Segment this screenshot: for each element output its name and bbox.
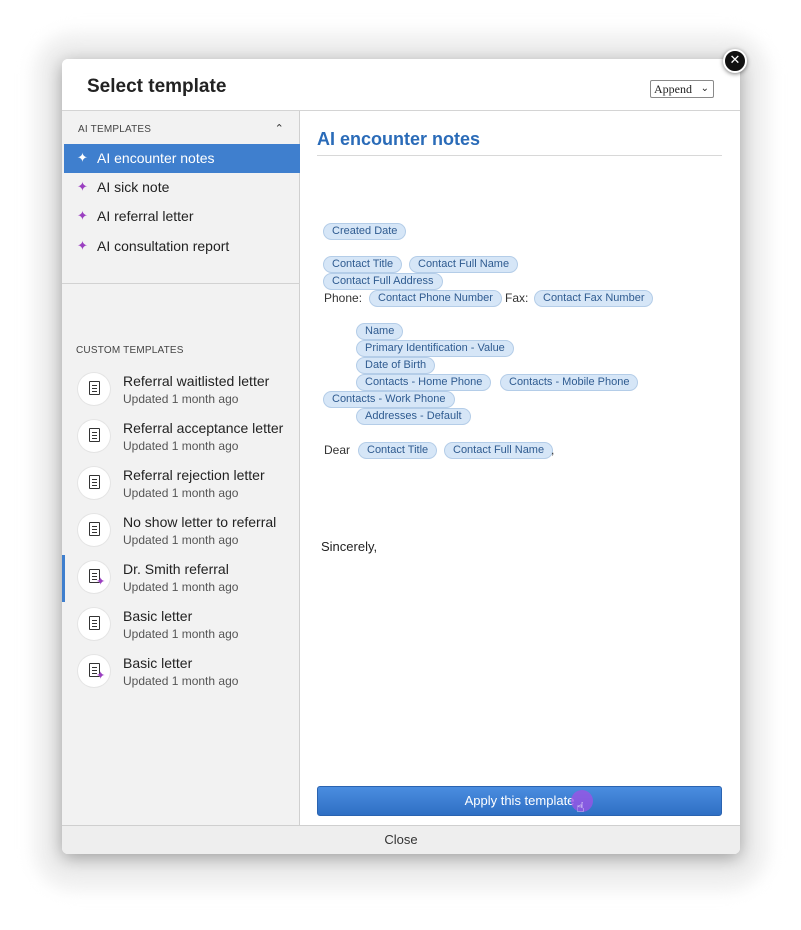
- chevron-down-icon: ⌄: [700, 83, 709, 94]
- close-icon[interactable]: ✕: [723, 49, 747, 73]
- chip-contact-full-name: Contact Full Name: [409, 256, 519, 273]
- chip-contact-full-address: Contact Full Address: [323, 273, 443, 290]
- custom-template-title: Referral acceptance letter: [123, 420, 284, 436]
- comma-text: ,: [551, 443, 555, 457]
- custom-template-title: No show letter to referral: [123, 514, 277, 530]
- dialog-title: Select template: [87, 76, 227, 97]
- document-icon: [78, 420, 110, 452]
- sincerely-text: Sincerely,: [321, 539, 378, 554]
- custom-template-title: Referral rejection letter: [123, 467, 265, 483]
- mode-select[interactable]: Append ⌄: [650, 80, 714, 98]
- sparkle-icon: ✦: [77, 209, 88, 224]
- ai-document-icon: ✦: [78, 561, 110, 593]
- document-icon: [78, 373, 110, 405]
- custom-template-updated: Updated 1 month ago: [123, 674, 239, 688]
- chip-dob: Date of Birth: [356, 357, 436, 374]
- custom-template-updated: Updated 1 month ago: [123, 533, 239, 547]
- custom-templates-label: CUSTOM TEMPLATES: [76, 345, 184, 356]
- custom-template-item[interactable]: Basic letter Updated 1 month ago: [62, 602, 300, 649]
- apply-template-button[interactable]: Apply this template ☝: [317, 786, 722, 816]
- ai-templates-header[interactable]: AI TEMPLATES ⌃: [78, 122, 288, 135]
- fax-label: Fax:: [505, 291, 529, 305]
- section-divider: [62, 283, 300, 284]
- custom-template-title: Basic letter: [123, 608, 193, 624]
- phone-label: Phone:: [324, 291, 363, 305]
- select-template-dialog: Select template Append ⌄ AI TEMPLATES ⌃ …: [62, 59, 740, 854]
- hand-cursor-icon: ☝: [576, 800, 585, 816]
- custom-template-updated: Updated 1 month ago: [123, 392, 239, 406]
- apply-template-label: Apply this template: [464, 793, 575, 808]
- chip-addresses: Addresses - Default: [356, 408, 471, 425]
- sparkle-icon: ✦: [77, 151, 88, 166]
- template-sidebar: AI TEMPLATES ⌃ ✦ AI encounter notes ✦ AI…: [62, 111, 300, 825]
- custom-template-item[interactable]: Referral waitlisted letter Updated 1 mon…: [62, 367, 300, 414]
- custom-template-updated: Updated 1 month ago: [123, 580, 239, 594]
- chip-name: Name: [356, 323, 404, 340]
- custom-template-title: Referral waitlisted letter: [123, 373, 270, 389]
- document-icon: [78, 608, 110, 640]
- ai-templates-label: AI TEMPLATES: [78, 124, 152, 135]
- custom-template-item[interactable]: Referral acceptance letter Updated 1 mon…: [62, 414, 300, 461]
- chip-dear-contact-full-name: Contact Full Name: [444, 442, 554, 459]
- chip-contact-title: Contact Title: [323, 256, 403, 273]
- ai-document-icon: ✦: [78, 655, 110, 687]
- custom-template-item[interactable]: Referral rejection letter Updated 1 mont…: [62, 461, 300, 508]
- dear-label: Dear: [324, 443, 351, 457]
- custom-template-item[interactable]: ✦ Basic letter Updated 1 month ago: [62, 649, 300, 696]
- ai-item-encounter-notes[interactable]: ✦ AI encounter notes: [64, 144, 300, 173]
- ai-item-label: AI encounter notes: [97, 150, 215, 166]
- mode-select-value: Append: [654, 82, 692, 96]
- close-button[interactable]: Close: [62, 825, 740, 854]
- custom-template-updated: Updated 1 month ago: [123, 486, 239, 500]
- document-icon: [78, 514, 110, 546]
- ai-item-consultation-report[interactable]: ✦ AI consultation report: [64, 232, 300, 261]
- chip-primary-id: Primary Identification - Value: [356, 340, 514, 357]
- custom-template-title: Dr. Smith referral: [123, 561, 229, 577]
- chip-mobile-phone: Contacts - Mobile Phone: [500, 374, 639, 391]
- ai-item-referral-letter[interactable]: ✦ AI referral letter: [64, 202, 300, 231]
- custom-template-updated: Updated 1 month ago: [123, 439, 239, 453]
- dialog-header: Select template Append ⌄: [62, 59, 740, 111]
- ai-item-label: AI sick note: [97, 179, 170, 195]
- ai-item-label: AI referral letter: [97, 208, 194, 224]
- chevron-up-icon[interactable]: ⌃: [275, 122, 284, 135]
- template-preview: AI encounter notes Created Date Contact …: [300, 111, 740, 825]
- custom-template-item[interactable]: ✦ Dr. Smith referral Updated 1 month ago: [62, 555, 300, 602]
- sparkle-icon: ✦: [77, 239, 88, 254]
- ai-item-sick-note[interactable]: ✦ AI sick note: [64, 173, 300, 202]
- custom-template-item[interactable]: No show letter to referral Updated 1 mon…: [62, 508, 300, 555]
- ai-item-label: AI consultation report: [97, 238, 230, 254]
- document-icon: [78, 467, 110, 499]
- chip-home-phone: Contacts - Home Phone: [356, 374, 492, 391]
- custom-template-title: Basic letter: [123, 655, 193, 671]
- custom-template-updated: Updated 1 month ago: [123, 627, 239, 641]
- close-button-label: Close: [384, 832, 418, 847]
- chip-created-date: Created Date: [323, 223, 407, 240]
- chip-contact-fax: Contact Fax Number: [534, 290, 654, 307]
- sparkle-icon: ✦: [77, 180, 88, 195]
- preview-divider: [317, 155, 722, 156]
- preview-title: AI encounter notes: [317, 129, 481, 149]
- chip-work-phone: Contacts - Work Phone: [323, 391, 455, 408]
- chip-contact-phone: Contact Phone Number: [369, 290, 502, 307]
- chip-dear-contact-title: Contact Title: [358, 442, 438, 459]
- custom-templates-header: CUSTOM TEMPLATES: [76, 345, 314, 356]
